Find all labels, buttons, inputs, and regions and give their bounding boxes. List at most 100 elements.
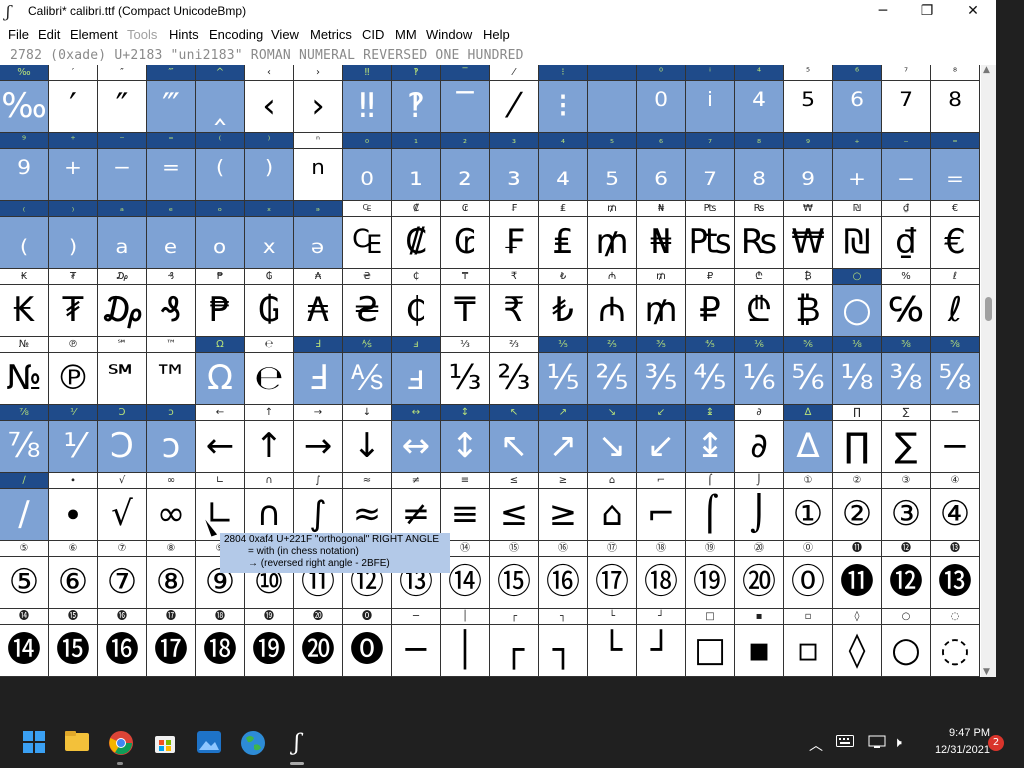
glyph-cell[interactable]: ⁻ ⁻ xyxy=(98,133,147,201)
glyph-cell[interactable]: ⓭⓭ xyxy=(931,541,980,609)
glyph-cell[interactable]: ‹ ‹ xyxy=(245,65,294,133)
glyph-cell[interactable]: ⑧⑧ xyxy=(147,541,196,609)
clock-date[interactable]: 12/31/2021 xyxy=(920,744,990,756)
fontforge-icon[interactable]: ʃ xyxy=(283,730,311,758)
glyph-cell[interactable]: ↕ ↕ xyxy=(441,405,490,473)
glyph-cell[interactable]: ₁₁ xyxy=(392,133,441,201)
glyph-cell[interactable]: ⁝ ⁝ xyxy=(539,65,588,133)
glyph-cell[interactable]: ₵ ₵ xyxy=(392,269,441,337)
glyph-cell[interactable]: ⓬⓬ xyxy=(882,541,931,609)
glyph-cell[interactable]: → → xyxy=(294,405,343,473)
glyph-cell[interactable]: ₾ ₾ xyxy=(735,269,784,337)
glyph-cell[interactable]: ₂₂ xyxy=(441,133,490,201)
glyph-cell[interactable] xyxy=(588,65,637,133)
glyph-cell[interactable]: ⓰⓰ xyxy=(98,609,147,677)
keyboard-icon[interactable] xyxy=(836,735,854,751)
glyph-cell[interactable]: ^ ‸ xyxy=(196,65,245,133)
glyph-cell[interactable]: ⑥⑥ xyxy=(49,541,98,609)
glyph-cell[interactable]: ₯ ₯ xyxy=(98,269,147,337)
glyph-cell[interactable]: ⑤⑤ xyxy=(0,541,49,609)
menu-mm[interactable]: MM xyxy=(395,27,417,42)
glyph-cell[interactable]: ⅗⅗ xyxy=(637,337,686,405)
glyph-cell[interactable]: ⌡ ⌡ xyxy=(735,473,784,541)
windows-start-icon[interactable] xyxy=(20,730,48,758)
file-explorer-icon[interactable] xyxy=(63,730,91,758)
glyph-cell[interactable]: ₓₓ xyxy=(245,201,294,269)
glyph-cell[interactable]: ◌ ◌ xyxy=(931,609,980,677)
glyph-cell[interactable]: ↔ ↔ xyxy=(392,405,441,473)
glyph-cell[interactable]: ₍ ₍ xyxy=(0,201,49,269)
glyph-cell[interactable]: ↘ ↘ xyxy=(588,405,637,473)
glyph-cell[interactable]: ⓫⓫ xyxy=(833,541,882,609)
glyph-cell[interactable]: ⓴⓴ xyxy=(294,609,343,677)
glyph-cell[interactable]: ⑳⑳ xyxy=(735,541,784,609)
glyph-cell[interactable]: ◊ ◊ xyxy=(833,609,882,677)
scroll-up-icon[interactable]: ▲ xyxy=(983,65,990,75)
glyph-cell[interactable]: ₔₔ xyxy=(294,201,343,269)
notification-badge[interactable]: 2 xyxy=(988,735,1004,751)
glyph-cell[interactable]: ∩ ∩ xyxy=(245,473,294,541)
chrome-icon[interactable] xyxy=(107,730,135,758)
glyph-cell[interactable]: ↓ ↓ xyxy=(343,405,392,473)
menu-help[interactable]: Help xyxy=(483,27,510,42)
menu-hints[interactable]: Hints xyxy=(169,27,199,42)
glyph-cell[interactable]: ← ← xyxy=(196,405,245,473)
glyph-cell[interactable]: ₉₉ xyxy=(784,133,833,201)
glyph-cell[interactable]: ₭ ₭ xyxy=(0,269,49,337)
glyph-cell[interactable]: ₇₇ xyxy=(686,133,735,201)
glyph-cell[interactable]: ⁷⁷ xyxy=(882,65,931,133)
glyph-cell[interactable]: ™ ™ xyxy=(147,337,196,405)
glyph-cell[interactable]: ₋ ₋ xyxy=(882,133,931,201)
glyph-cell[interactable]: ₱ ₱ xyxy=(196,269,245,337)
glyph-cell[interactable]: ₑₑ xyxy=(147,201,196,269)
network-icon[interactable] xyxy=(868,735,886,753)
glyph-cell[interactable]: ↑ ↑ xyxy=(245,405,294,473)
clock-time[interactable]: 9:47 PM xyxy=(930,727,990,739)
close-button[interactable]: ✕ xyxy=(950,0,996,24)
glyph-cell[interactable]: ₫ ₫ xyxy=(882,201,931,269)
glyph-cell[interactable]: ℮ ℮ xyxy=(245,337,294,405)
glyph-cell[interactable]: ─ ─ xyxy=(392,609,441,677)
glyph-cell[interactable]: % ℅ xyxy=(882,269,931,337)
menu-element[interactable]: Element xyxy=(70,27,118,42)
glyph-cell[interactable]: ┌ ┌ xyxy=(490,609,539,677)
glyph-cell[interactable]: ⁿⁿ xyxy=(294,133,343,201)
glyph-cell[interactable]: ⅎⅎ xyxy=(392,337,441,405)
glyph-cell[interactable]: ⅚⅚ xyxy=(784,337,833,405)
glyph-cell[interactable]: ⓿⓿ xyxy=(343,609,392,677)
menu-tools[interactable]: Tools xyxy=(127,27,157,42)
glyph-cell[interactable]: ⁄ ⁄ xyxy=(490,65,539,133)
photos-icon[interactable] xyxy=(195,730,223,758)
glyph-cell[interactable]: ₸ ₸ xyxy=(441,269,490,337)
glyph-cell[interactable]: ⁴⁴ xyxy=(735,65,784,133)
vertical-scrollbar[interactable]: ▲ ▼ xyxy=(981,65,996,677)
glyph-cell[interactable]: ⅘⅘ xyxy=(686,337,735,405)
glyph-cell[interactable]: ⅔⅔ xyxy=(490,337,539,405)
glyph-cell[interactable]: √ √ xyxy=(98,473,147,541)
glyph-grid[interactable]: ‰ ‰ ′ ′ ″ ″ ‴ ‴ ^ ‸ ‹ ‹ › › ‼ ‼ ‽ ‽ ‾ ‾ ⁄ ⁄ ⁝ ⁝ ⁰ ⁰ ⁱ ⁱ ⁴ ⁴ ⁵ ⁵ ⁶ ⁶ ⁷ ⁷ ⁸ ⁸ ⁹ ⁹… xyxy=(0,65,981,677)
store-icon[interactable] xyxy=(151,730,179,758)
glyph-cell[interactable]: ₊ ₊ xyxy=(833,133,882,201)
glyph-cell[interactable]: □ □ xyxy=(686,609,735,677)
glyph-cell[interactable]: № № xyxy=(0,337,49,405)
glyph-cell[interactable]: ↗ ↗ xyxy=(539,405,588,473)
glyph-cell[interactable]: ⅙⅙ xyxy=(735,337,784,405)
glyph-cell[interactable]: ₃₃ xyxy=(490,133,539,201)
glyph-cell[interactable]: ₺ ₺ xyxy=(539,269,588,337)
scrollbar-thumb[interactable] xyxy=(985,297,992,321)
glyph-cell[interactable]: ‾ ‾ xyxy=(441,65,490,133)
glyph-cell[interactable]: ③③ xyxy=(882,473,931,541)
glyph-cell[interactable]: ②② xyxy=(833,473,882,541)
volume-icon[interactable]: 🕨 xyxy=(893,735,902,751)
glyph-cell[interactable]: ⅝⅝ xyxy=(931,337,980,405)
glyph-cell[interactable]: ≡ ≡ xyxy=(441,473,490,541)
glyph-cell[interactable]: ⅓⅓ xyxy=(441,337,490,405)
glyph-cell[interactable]: ∏ ∏ xyxy=(833,405,882,473)
glyph-cell[interactable]: ⌠ ⌠ xyxy=(686,473,735,541)
glyph-cell[interactable]: ⅛⅛ xyxy=(833,337,882,405)
glyph-cell[interactable]: ⓲⓲ xyxy=(196,609,245,677)
glyph-cell[interactable]: ↙ ↙ xyxy=(637,405,686,473)
glyph-cell[interactable]: ₄₄ xyxy=(539,133,588,201)
menu-file[interactable]: File xyxy=(8,27,29,42)
glyph-cell[interactable]: ⁰⁰ xyxy=(637,65,686,133)
